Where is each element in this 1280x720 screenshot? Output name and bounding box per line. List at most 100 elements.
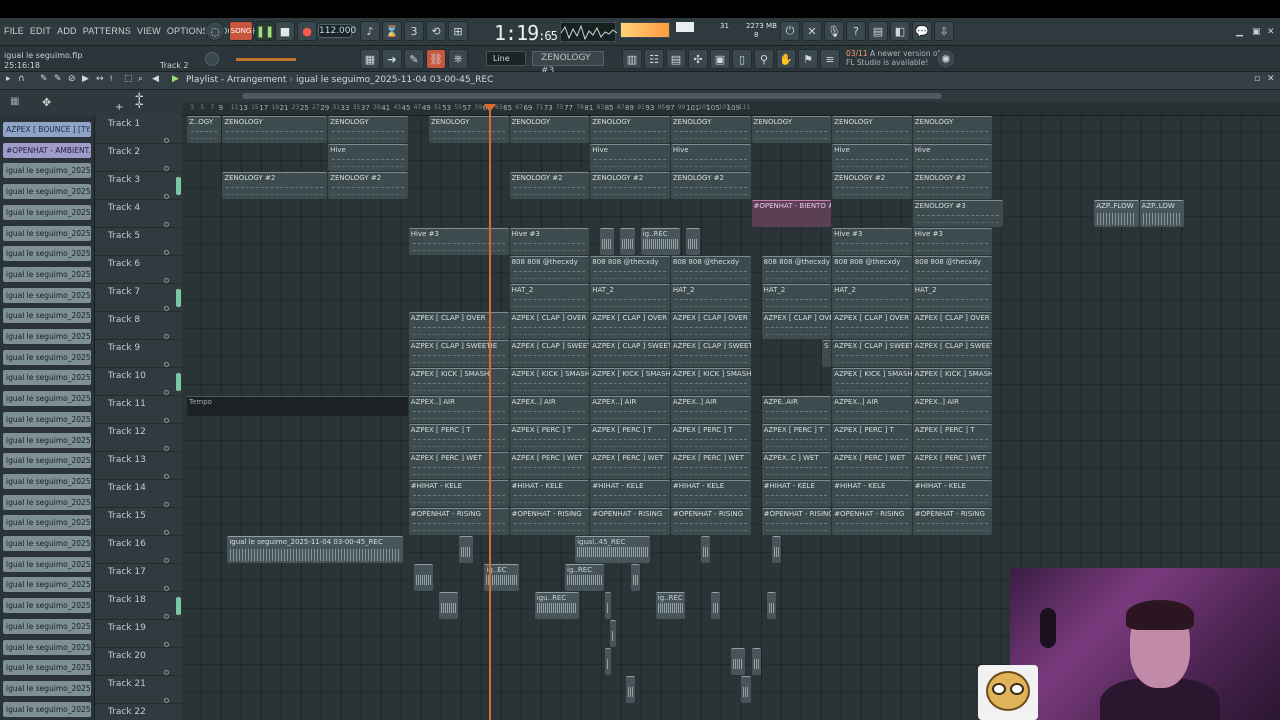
track-header[interactable]: Track 4: [95, 200, 182, 228]
pattern-clip[interactable]: #HIHAT - KELE: [590, 480, 670, 507]
pattern-clip[interactable]: AZPEX [ CLAP ] OVER: [761, 312, 832, 339]
pattern-clip[interactable]: AZPEX..] AIR: [408, 396, 509, 423]
picker-item[interactable]: igual le seguimo_2025-1...: [3, 411, 91, 427]
track-header[interactable]: Track 20: [95, 648, 182, 676]
track-header[interactable]: Track 2: [95, 144, 182, 172]
track-header[interactable]: Track 8: [95, 312, 182, 340]
audio-clip[interactable]: [701, 536, 711, 563]
track-mute-dot[interactable]: [164, 698, 169, 703]
track-activity-led[interactable]: [176, 513, 181, 531]
edison-icon[interactable]: ⚑: [798, 49, 818, 69]
pattern-clip[interactable]: AZPEX [ PERC ] T: [832, 424, 912, 451]
picker-item[interactable]: igual le seguimo_2025-1...: [3, 556, 91, 572]
audio-clip[interactable]: [731, 648, 746, 675]
track-header[interactable]: Track 12: [95, 424, 182, 452]
track-header[interactable]: Track 7: [95, 284, 182, 312]
picker-item[interactable]: igual le seguimo_2025-1...: [3, 701, 91, 717]
record-button[interactable]: ●: [297, 21, 317, 41]
track-activity-led[interactable]: [176, 485, 181, 503]
select-tool-icon[interactable]: ⬚: [124, 74, 133, 84]
pattern-clip[interactable]: AZPEX [ CLAP ] OVER: [509, 312, 590, 339]
pattern-clip[interactable]: Hive #3: [832, 228, 912, 255]
track-mute-dot[interactable]: [164, 530, 169, 535]
pattern-clip[interactable]: S: [822, 340, 832, 367]
audio-clip[interactable]: [620, 228, 635, 255]
menu-item-options[interactable]: OPTIONS: [167, 26, 209, 36]
pattern-clip[interactable]: AZPE..AIR: [761, 396, 832, 423]
pattern-clip[interactable]: AZPEX [ PERC ] WET: [670, 452, 751, 479]
audio-clip[interactable]: ig..REC: [565, 564, 605, 591]
track-activity-led[interactable]: [176, 121, 181, 139]
pattern-clip[interactable]: AZPEX [ KICK ] SMASH: [509, 368, 590, 395]
zoom-tool-icon[interactable]: ⌕: [138, 74, 143, 84]
track-activity-led[interactable]: [176, 317, 181, 335]
audio-clip[interactable]: [630, 564, 640, 591]
pattern-clip[interactable]: #HIHAT - KELE: [761, 480, 832, 507]
pattern-clip[interactable]: Hive: [670, 144, 751, 171]
help-icon[interactable]: ?: [846, 21, 866, 41]
pattern-clip[interactable]: 808 808 @thecxdy: [509, 256, 590, 283]
wait-input-icon[interactable]: ⌛: [382, 21, 402, 41]
pattern-clip[interactable]: HAT_2: [832, 284, 912, 311]
picker-item[interactable]: #OPENHAT - AMBIENT...: [3, 142, 91, 158]
audio-clip[interactable]: [605, 648, 612, 675]
pattern-clip[interactable]: AZPEX [ CLAP ] SWEETIE: [912, 340, 993, 367]
play-button[interactable]: ❚❚: [255, 21, 275, 41]
audio-clip[interactable]: [686, 228, 701, 255]
pattern-clip[interactable]: HAT_2: [590, 284, 670, 311]
track-header[interactable]: Track 22: [95, 704, 182, 720]
master-pitch-slider[interactable]: [236, 58, 296, 61]
track-header[interactable]: Track 21: [95, 676, 182, 704]
track-mute-dot[interactable]: [164, 390, 169, 395]
audio-clip[interactable]: igu..REC: [534, 592, 580, 619]
track-header[interactable]: Track 17: [95, 564, 182, 592]
track-activity-led[interactable]: [176, 261, 181, 279]
pattern-clip[interactable]: HAT_2: [761, 284, 832, 311]
pattern-clip[interactable]: HAT_2: [670, 284, 751, 311]
pattern-clip[interactable]: AZPEX [ PERC ] WET: [590, 452, 670, 479]
track-mute-dot[interactable]: [164, 222, 169, 227]
track-activity-led[interactable]: [176, 653, 181, 671]
picker-item[interactable]: igual le seguimo_2025-1...: [3, 349, 91, 365]
tempo-automation-clip[interactable]: Tempo: [187, 396, 408, 416]
audio-clip[interactable]: [766, 592, 776, 619]
audio-clip[interactable]: ig..REC: [655, 592, 685, 619]
track-activity-led[interactable]: [176, 205, 181, 223]
picker-item[interactable]: igual le seguimo_2025-1...: [3, 680, 91, 696]
pattern-clip[interactable]: 808 808 @thecxdy: [590, 256, 670, 283]
picker-item[interactable]: igual le seguimo_2025-1...: [3, 618, 91, 634]
pattern-clip[interactable]: #OPENHAT - RISING: [408, 508, 509, 535]
zoom-vertical-icon[interactable]: ✛: [135, 92, 143, 103]
picker-item[interactable]: igual le seguimo_2025-1...: [3, 453, 91, 469]
pattern-clip[interactable]: HAT_2: [509, 284, 590, 311]
pattern-clip[interactable]: #HIHAT - KELE: [408, 480, 509, 507]
close-icon[interactable]: ✕: [1267, 27, 1275, 37]
draw-tool-icon[interactable]: ✎: [40, 74, 48, 84]
track-mute-dot[interactable]: [164, 418, 169, 423]
track-mute-dot[interactable]: [164, 446, 169, 451]
audio-clip[interactable]: [751, 648, 761, 675]
picker-move-icon[interactable]: ✥: [42, 96, 51, 109]
playlist-close-icon[interactable]: ✕: [1267, 74, 1275, 84]
track-mute-dot[interactable]: [164, 166, 169, 171]
pattern-clip[interactable]: ZENOLOGY: [832, 116, 912, 143]
timeline-ruler[interactable]: 9 13 17 21 25 29 33 37 41 45 49 53 57 61 65 69 73 77 81 85 8…: [182, 90, 1280, 116]
pattern-clip[interactable]: #OPENHAT - RISING: [590, 508, 670, 535]
pattern-clip[interactable]: Hive: [590, 144, 670, 171]
track-activity-led[interactable]: [176, 541, 181, 559]
audio-clip[interactable]: igual le seguimo_2025-11-04 03-00-45_REC: [227, 536, 403, 563]
picker-item[interactable]: igual le seguimo_2025-1...: [3, 660, 91, 676]
pattern-clip[interactable]: AZPEX [ KICK ] SMASH: [408, 368, 509, 395]
project-browser-icon[interactable]: ▣: [710, 49, 730, 69]
plugin-picker-icon[interactable]: ✣: [688, 49, 708, 69]
pattern-clip[interactable]: Hive #3: [912, 228, 993, 255]
menu-item-patterns[interactable]: PATTERNS: [83, 26, 131, 36]
pattern-clip[interactable]: ZENOLOGY: [222, 116, 328, 143]
audio-clip[interactable]: [711, 592, 721, 619]
track-activity-led[interactable]: [176, 177, 181, 195]
pattern-clip[interactable]: AZPEX [ PERC ] WET: [408, 452, 509, 479]
pattern-clip[interactable]: AZPEX..] AIR: [912, 396, 993, 423]
track-header[interactable]: Track 14: [95, 480, 182, 508]
pat-song-toggle[interactable]: ◌: [205, 21, 225, 41]
track-mute-dot[interactable]: [164, 558, 169, 563]
